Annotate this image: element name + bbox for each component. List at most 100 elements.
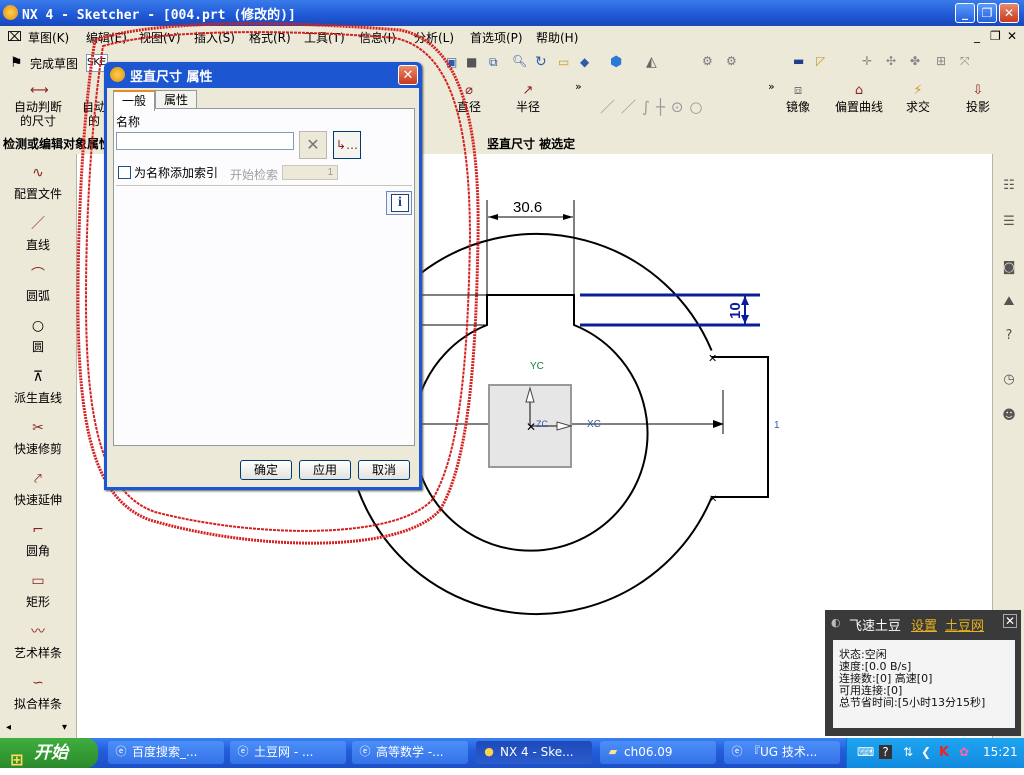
csys-dynamic-icon[interactable]: ⤧ — [960, 54, 970, 69]
scroll-left-icon[interactable]: ◂ — [6, 722, 11, 733]
ie-icon-2: ⓔ — [237, 745, 249, 758]
task-nx[interactable]: ● NX 4 - Ske... — [476, 741, 592, 764]
clear-name-button[interactable]: ✕ — [299, 131, 327, 159]
close-button[interactable]: ✕ — [999, 3, 1019, 23]
diameter-button[interactable]: ⌀ 直径 — [449, 84, 489, 115]
arc-icon: ⌒ — [31, 267, 45, 283]
help-icon[interactable]: ? — [999, 326, 1019, 346]
studio-spline-button[interactable]: 〰艺术样条 — [0, 623, 76, 661]
more-chevron-icon-2[interactable]: » — [768, 80, 775, 93]
measure-icon[interactable]: ▬ — [793, 54, 804, 68]
mirror-button[interactable]: ⧈ 镜像 — [778, 84, 818, 115]
finish-sketch-button[interactable]: 完成草图 — [30, 55, 78, 72]
scroll-down-icon[interactable]: ▾ — [62, 722, 67, 733]
cube-icon[interactable]: ⬢ — [610, 54, 622, 70]
assembly-navigator-icon[interactable]: ☷ — [999, 176, 1019, 196]
layer-icon[interactable]: ⚙ — [702, 54, 713, 68]
zoom-fit-icon[interactable]: ▣ — [446, 55, 457, 69]
rotate-icon[interactable]: ↻ — [535, 54, 547, 70]
menu-edit[interactable]: 编辑(E) — [86, 29, 127, 46]
clock-icon[interactable]: ◷ — [999, 370, 1019, 390]
popup-close-icon[interactable]: ✕ — [1003, 614, 1017, 628]
add-index-checkbox[interactable] — [118, 166, 131, 179]
zoom-window-icon[interactable]: ⧉ — [489, 55, 498, 70]
tray-help-icon[interactable]: ? — [879, 745, 892, 759]
ok-button[interactable]: 确定 — [240, 460, 292, 480]
start-button[interactable]: ⊞ 开始 — [0, 738, 98, 769]
menu-tools[interactable]: 工具(T) — [304, 29, 345, 46]
line-button[interactable]: ／ 直线 — [0, 215, 76, 253]
snap-icon[interactable]: ◸ — [816, 54, 825, 68]
quick-trim-icon: ✂ — [32, 420, 44, 436]
status-center-text: 竖直尺寸 被选定 — [487, 137, 576, 151]
offset-curve-button[interactable]: ⌂ 偏置曲线 — [830, 84, 888, 115]
arc-button[interactable]: ⌒ 圆弧 — [0, 266, 76, 304]
restore-button[interactable]: ❐ — [977, 3, 997, 23]
menu-sketch[interactable]: 草图(K) — [28, 29, 69, 46]
intersect-button[interactable]: ⚡ 求交 — [898, 84, 938, 115]
quick-trim-button[interactable]: ✂ 快速修剪 — [0, 419, 76, 457]
tray-antivirus-icon[interactable]: K — [939, 745, 949, 760]
doc-minimize-icon[interactable]: _ — [974, 29, 980, 43]
rectangle-button[interactable]: ▭ 矩形 — [0, 572, 76, 610]
radius-button[interactable]: ↗ 半径 — [508, 84, 548, 115]
menu-view[interactable]: 视图(V) — [139, 29, 181, 46]
roles-icon[interactable]: ☻ — [999, 406, 1019, 426]
auto-constraint-button[interactable]: 自动 的 — [82, 100, 106, 128]
history-icon[interactable]: ⛰ — [999, 292, 1019, 312]
shade-icon[interactable]: ■ — [466, 55, 477, 69]
tray-network-icon[interactable]: ⇅ — [903, 745, 913, 759]
minimize-button[interactable]: _ — [955, 3, 975, 23]
menu-preferences[interactable]: 首选项(P) — [470, 29, 523, 46]
tray-ime-icon[interactable]: ⌨ — [857, 745, 874, 759]
task-math[interactable]: ⓔ 高等数学 -... — [352, 741, 468, 764]
orient-icon[interactable]: ▭ — [558, 55, 569, 69]
constraint-icons[interactable]: ／／∫┼⊙○ — [600, 96, 709, 117]
insert-object-button[interactable]: ↳… — [333, 131, 361, 159]
start-index-input[interactable] — [282, 165, 338, 180]
menu-info[interactable]: 信息(I) — [359, 29, 396, 46]
doc-close-icon[interactable]: ✕ — [1007, 29, 1017, 43]
part-navigator-icon[interactable]: ☰ — [999, 212, 1019, 232]
more-chevron-icon[interactable]: » — [575, 80, 582, 93]
project-button[interactable]: ⇩ 投影 — [958, 84, 998, 115]
csys-icon[interactable]: ⊞ — [936, 54, 946, 68]
auto-dimension-button[interactable]: ⟷ 自动判断 的尺寸 — [8, 84, 68, 129]
task-ug[interactable]: ⓔ 『UG 技术... — [724, 741, 840, 764]
point-set-icon[interactable]: ✣ — [886, 54, 896, 68]
tab-attributes[interactable]: 属性 — [155, 90, 198, 109]
popup-settings-link[interactable]: 设置 — [911, 615, 937, 634]
circle-button[interactable]: ○ 圆 — [0, 317, 76, 355]
perspective-icon[interactable]: ◆ — [580, 55, 589, 69]
task-tudou[interactable]: ⓔ 土豆网 - ... — [230, 741, 346, 764]
web-browser-icon[interactable]: ◙ — [999, 258, 1019, 278]
quick-extend-button[interactable]: ⤤ 快速延伸 — [0, 470, 76, 508]
menu-insert[interactable]: 插入(S) — [194, 29, 235, 46]
menu-analysis[interactable]: 分析(L) — [414, 29, 454, 46]
point-icon[interactable]: ✛ — [862, 54, 872, 68]
task-folder[interactable]: ▰ ch06.09 — [600, 741, 716, 764]
name-input[interactable] — [116, 132, 294, 150]
task-baidu[interactable]: ⓔ 百度搜索_... — [108, 741, 224, 764]
popup-site-link[interactable]: 土豆网 — [945, 615, 984, 634]
tab-general[interactable]: 一般 — [113, 90, 156, 111]
info-button[interactable]: i — [386, 191, 412, 215]
dialog-close-button[interactable]: ✕ — [398, 65, 418, 85]
profile-button[interactable]: ∿ 配置文件 — [0, 164, 76, 202]
doc-restore-icon[interactable]: ❐ — [990, 29, 1001, 43]
fit-spline-button[interactable]: ∽ 拟合样条 — [0, 674, 76, 712]
datum-icon[interactable]: ✤ — [910, 54, 920, 68]
menu-bar: ⌧ 草图(K) 编辑(E) 视图(V) 插入(S) 格式(R) 工具(T) 信息… — [0, 26, 1024, 49]
zoom-icon[interactable]: 🔍︎ — [512, 54, 527, 68]
menu-format[interactable]: 格式(R) — [249, 29, 291, 46]
cancel-button[interactable]: 取消 — [358, 460, 410, 480]
derived-line-button[interactable]: ⊼ 派生直线 — [0, 368, 76, 406]
apply-button[interactable]: 应用 — [299, 460, 351, 480]
menu-help[interactable]: 帮助(H) — [536, 29, 578, 46]
layer-settings-icon[interactable]: ⚙ — [726, 54, 737, 68]
tray-app-icon[interactable]: ✿ — [959, 745, 969, 759]
fillet-button[interactable]: ⌐ 圆角 — [0, 521, 76, 559]
tray-back-icon[interactable]: ❮ — [921, 745, 931, 759]
rectangle-label: 矩形 — [25, 595, 50, 609]
render-style-icon[interactable]: ◭ — [646, 54, 657, 70]
